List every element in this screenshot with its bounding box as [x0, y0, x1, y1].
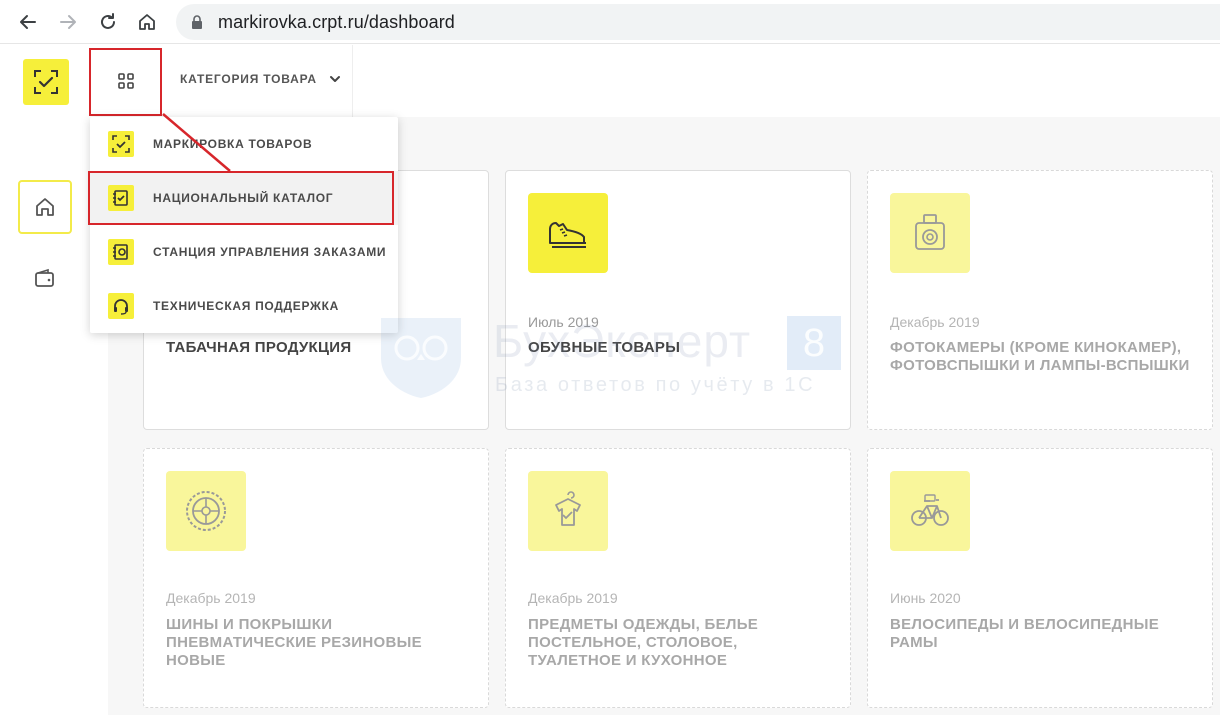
card-title: ФОТОКАМЕРЫ (КРОМЕ КИНОКАМЕР), ФОТОВСПЫШК… — [890, 339, 1190, 374]
home-button[interactable] — [132, 7, 162, 37]
card-date: Июль 2019 — [528, 314, 599, 330]
menu-item-order-station[interactable]: СТАНЦИЯ УПРАВЛЕНИЯ ЗАКАЗАМИ — [90, 225, 398, 279]
card-icon-box — [528, 193, 608, 273]
apps-dropdown-menu: МАРКИРОВКА ТОВАРОВ НАЦИОНАЛЬНЫЙ КАТАЛОГ … — [90, 117, 398, 333]
card-date: Декабрь 2019 — [528, 590, 618, 606]
camera-icon — [915, 214, 945, 250]
headset-icon — [108, 293, 134, 319]
apps-button-highlight-frame — [89, 48, 162, 116]
reload-icon — [101, 13, 115, 29]
sidebar-wallet-button[interactable] — [28, 262, 62, 296]
sneaker-icon — [549, 222, 586, 248]
card-title: ОБУВНЫЕ ТОВАРЫ — [528, 339, 681, 356]
station-gear-icon — [108, 239, 134, 265]
tire-icon — [186, 491, 226, 531]
card-title: ПРЕДМЕТЫ ОДЕЖДЫ, БЕЛЬЕ ПОСТЕЛЬНОЕ, СТОЛО… — [528, 616, 759, 669]
card-date: Декабрь 2019 — [890, 314, 980, 330]
app-logo[interactable] — [23, 59, 69, 105]
card-clothing[interactable]: Декабрь 2019 ПРЕДМЕТЫ ОДЕЖДЫ, БЕЛЬЕ ПОСТ… — [505, 448, 851, 708]
card-date: Июнь 2020 — [890, 590, 961, 606]
card-bicycles[interactable]: Июнь 2020 ВЕЛОСИПЕДЫ И ВЕЛОСИПЕДНЫЕ РАМЫ — [867, 448, 1213, 708]
card-icon-box — [528, 471, 608, 551]
menu-item-national-catalog[interactable]: НАЦИОНАЛЬНЫЙ КАТАЛОГ — [90, 171, 398, 225]
left-sidebar — [0, 45, 90, 715]
menu-item-marking[interactable]: МАРКИРОВКА ТОВАРОВ — [90, 117, 398, 171]
forward-button[interactable] — [53, 7, 83, 37]
topbar-divider — [352, 45, 353, 117]
menu-item-support[interactable]: ТЕХНИЧЕСКАЯ ПОДДЕРЖКА — [90, 279, 398, 333]
url-text: markirovka.crpt.ru/dashboard — [218, 12, 455, 32]
shirt-icon — [555, 491, 581, 526]
card-icon-box — [166, 471, 246, 551]
lock-icon — [192, 15, 202, 29]
category-label: КАТЕГОРИЯ ТОВАРА — [180, 72, 317, 86]
sidebar-home-button[interactable] — [18, 180, 72, 234]
menu-item-label: НАЦИОНАЛЬНЫЙ КАТАЛОГ — [153, 191, 334, 205]
top-bar: КАТЕГОРИЯ ТОВАРА — [89, 45, 1220, 117]
check-frame-icon — [108, 131, 134, 157]
card-tires[interactable]: Декабрь 2019 ШИНЫ И ПОКРЫШКИ ПНЕВМАТИЧЕС… — [143, 448, 489, 708]
category-select[interactable]: КАТЕГОРИЯ ТОВАРА — [180, 72, 341, 86]
chevron-down-icon — [329, 76, 340, 82]
menu-item-label: ТЕХНИЧЕСКАЯ ПОДДЕРЖКА — [153, 299, 339, 313]
check-frame-icon — [34, 70, 58, 94]
address-bar[interactable]: markirovka.crpt.ru/dashboard — [176, 4, 1220, 40]
card-title: ШИНЫ И ПОКРЫШКИ ПНЕВМАТИЧЕСКИЕ РЕЗИНОВЫЕ… — [166, 616, 422, 669]
card-cameras[interactable]: Декабрь 2019 ФОТОКАМЕРЫ (КРОМЕ КИНОКАМЕР… — [867, 170, 1213, 430]
card-icon-box — [890, 193, 970, 273]
wallet-icon — [35, 268, 54, 287]
card-icon-box — [890, 471, 970, 551]
back-button[interactable] — [13, 7, 43, 37]
menu-item-label: МАРКИРОВКА ТОВАРОВ — [153, 137, 313, 151]
card-title: ВЕЛОСИПЕДЫ И ВЕЛОСИПЕДНЫЕ РАМЫ — [890, 616, 1160, 651]
arrow-right-icon — [60, 15, 76, 29]
card-title: ТАБАЧНАЯ ПРОДУКЦИЯ — [166, 339, 352, 356]
catalog-check-icon — [108, 185, 134, 211]
arrow-left-icon — [20, 15, 36, 29]
home-icon — [36, 198, 54, 216]
menu-item-label: СТАНЦИЯ УПРАВЛЕНИЯ ЗАКАЗАМИ — [153, 245, 387, 259]
browser-toolbar: markirovka.crpt.ru/dashboard — [0, 0, 1220, 44]
card-date: Декабрь 2019 — [166, 590, 256, 606]
home-icon — [139, 14, 155, 30]
reload-button[interactable] — [93, 7, 123, 37]
card-footwear[interactable]: Июль 2019 ОБУВНЫЕ ТОВАРЫ — [505, 170, 851, 430]
bicycle-icon — [911, 494, 949, 526]
